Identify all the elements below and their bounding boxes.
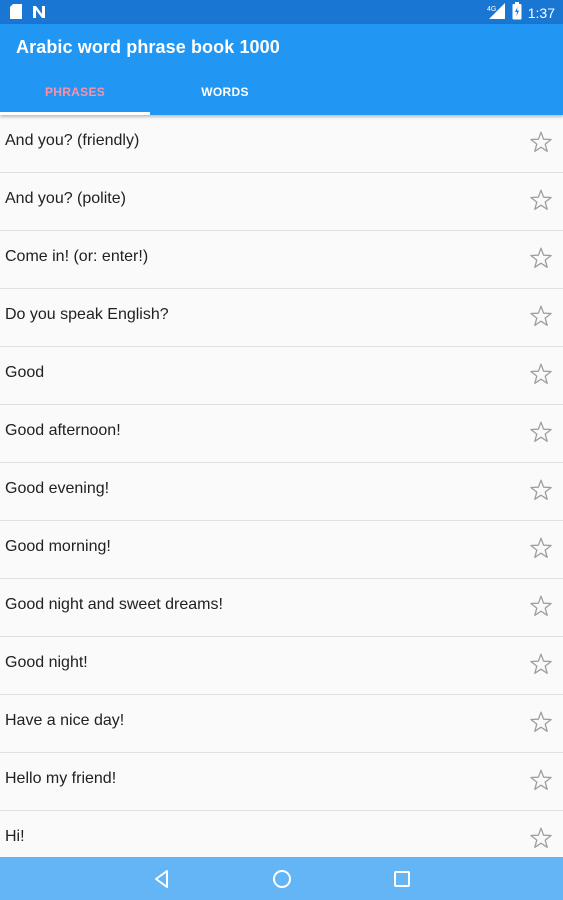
status-right-icons: 4G 1:37 <box>486 2 555 23</box>
favorite-star-icon[interactable] <box>528 478 554 504</box>
phrase-row[interactable]: Good night! <box>0 637 563 695</box>
favorite-star-icon[interactable] <box>528 826 554 852</box>
favorite-star-icon[interactable] <box>528 536 554 562</box>
favorite-star-icon[interactable] <box>528 420 554 446</box>
phrase-row[interactable]: Hi! <box>0 811 563 857</box>
phrase-text: Good morning! <box>5 538 111 555</box>
tab-phrases[interactable]: PHRASES <box>0 68 150 115</box>
home-icon[interactable] <box>270 867 294 891</box>
status-bar: 4G 1:37 <box>0 0 563 24</box>
favorite-star-icon[interactable] <box>528 188 554 214</box>
tab-words[interactable]: WORDS <box>150 68 300 115</box>
phrase-row[interactable]: Good morning! <box>0 521 563 579</box>
screen: 4G 1:37 Arabic word phrase book 1000 PHR… <box>0 0 563 900</box>
navigation-bar <box>0 857 563 900</box>
favorite-star-icon[interactable] <box>528 652 554 678</box>
favorite-star-icon[interactable] <box>528 362 554 388</box>
status-time: 1:37 <box>527 4 555 21</box>
recents-icon[interactable] <box>390 867 414 891</box>
n-notification-icon <box>32 5 46 24</box>
network-type-label: 4G <box>487 6 496 13</box>
favorite-star-icon[interactable] <box>528 768 554 794</box>
tab-bar: PHRASES WORDS <box>0 68 563 115</box>
battery-icon <box>512 2 522 23</box>
phrase-text: Good night and sweet dreams! <box>5 596 223 613</box>
favorite-star-icon[interactable] <box>528 130 554 156</box>
phrase-row[interactable]: Hello my friend! <box>0 753 563 811</box>
phrase-row[interactable]: And you? (polite) <box>0 173 563 231</box>
phrase-row[interactable]: Do you speak English? <box>0 289 563 347</box>
favorite-star-icon[interactable] <box>528 710 554 736</box>
phrase-text: Good <box>5 364 45 381</box>
phrase-text: And you? (friendly) <box>5 132 140 149</box>
favorite-star-icon[interactable] <box>528 304 554 330</box>
sd-card-icon <box>10 4 22 24</box>
favorite-star-icon[interactable] <box>528 246 554 272</box>
phrase-row[interactable]: And you? (friendly) <box>0 115 563 173</box>
phrase-text: Hi! <box>5 828 25 845</box>
phrase-row[interactable]: Good afternoon! <box>0 405 563 463</box>
phrase-text: And you? (polite) <box>5 190 126 207</box>
phrase-row[interactable]: Come in! (or: enter!) <box>0 231 563 289</box>
phrase-list[interactable]: And you? (friendly) And you? (polite) Come… <box>0 115 563 857</box>
phrase-row[interactable]: Have a nice day! <box>0 695 563 753</box>
signal-icon: 4G <box>486 2 506 23</box>
phrase-text: Have a nice day! <box>5 712 125 729</box>
app-bar: Arabic word phrase book 1000 PHRASES WOR… <box>0 24 563 115</box>
phrase-text: Good night! <box>5 654 88 671</box>
phrase-row[interactable]: Good evening! <box>0 463 563 521</box>
phrase-text: Hello my friend! <box>5 770 117 787</box>
phrase-row[interactable]: Good night and sweet dreams! <box>0 579 563 637</box>
tab-selected-indicator <box>0 112 150 115</box>
phrase-text: Do you speak English? <box>5 306 169 323</box>
app-title: Arabic word phrase book 1000 <box>16 37 280 57</box>
back-icon[interactable] <box>150 867 174 891</box>
phrase-text: Good evening! <box>5 480 110 497</box>
status-left-icons <box>10 4 46 24</box>
phrase-text: Come in! (or: enter!) <box>5 248 149 265</box>
favorite-star-icon[interactable] <box>528 594 554 620</box>
phrase-text: Good afternoon! <box>5 422 121 439</box>
phrase-row[interactable]: Good <box>0 347 563 405</box>
